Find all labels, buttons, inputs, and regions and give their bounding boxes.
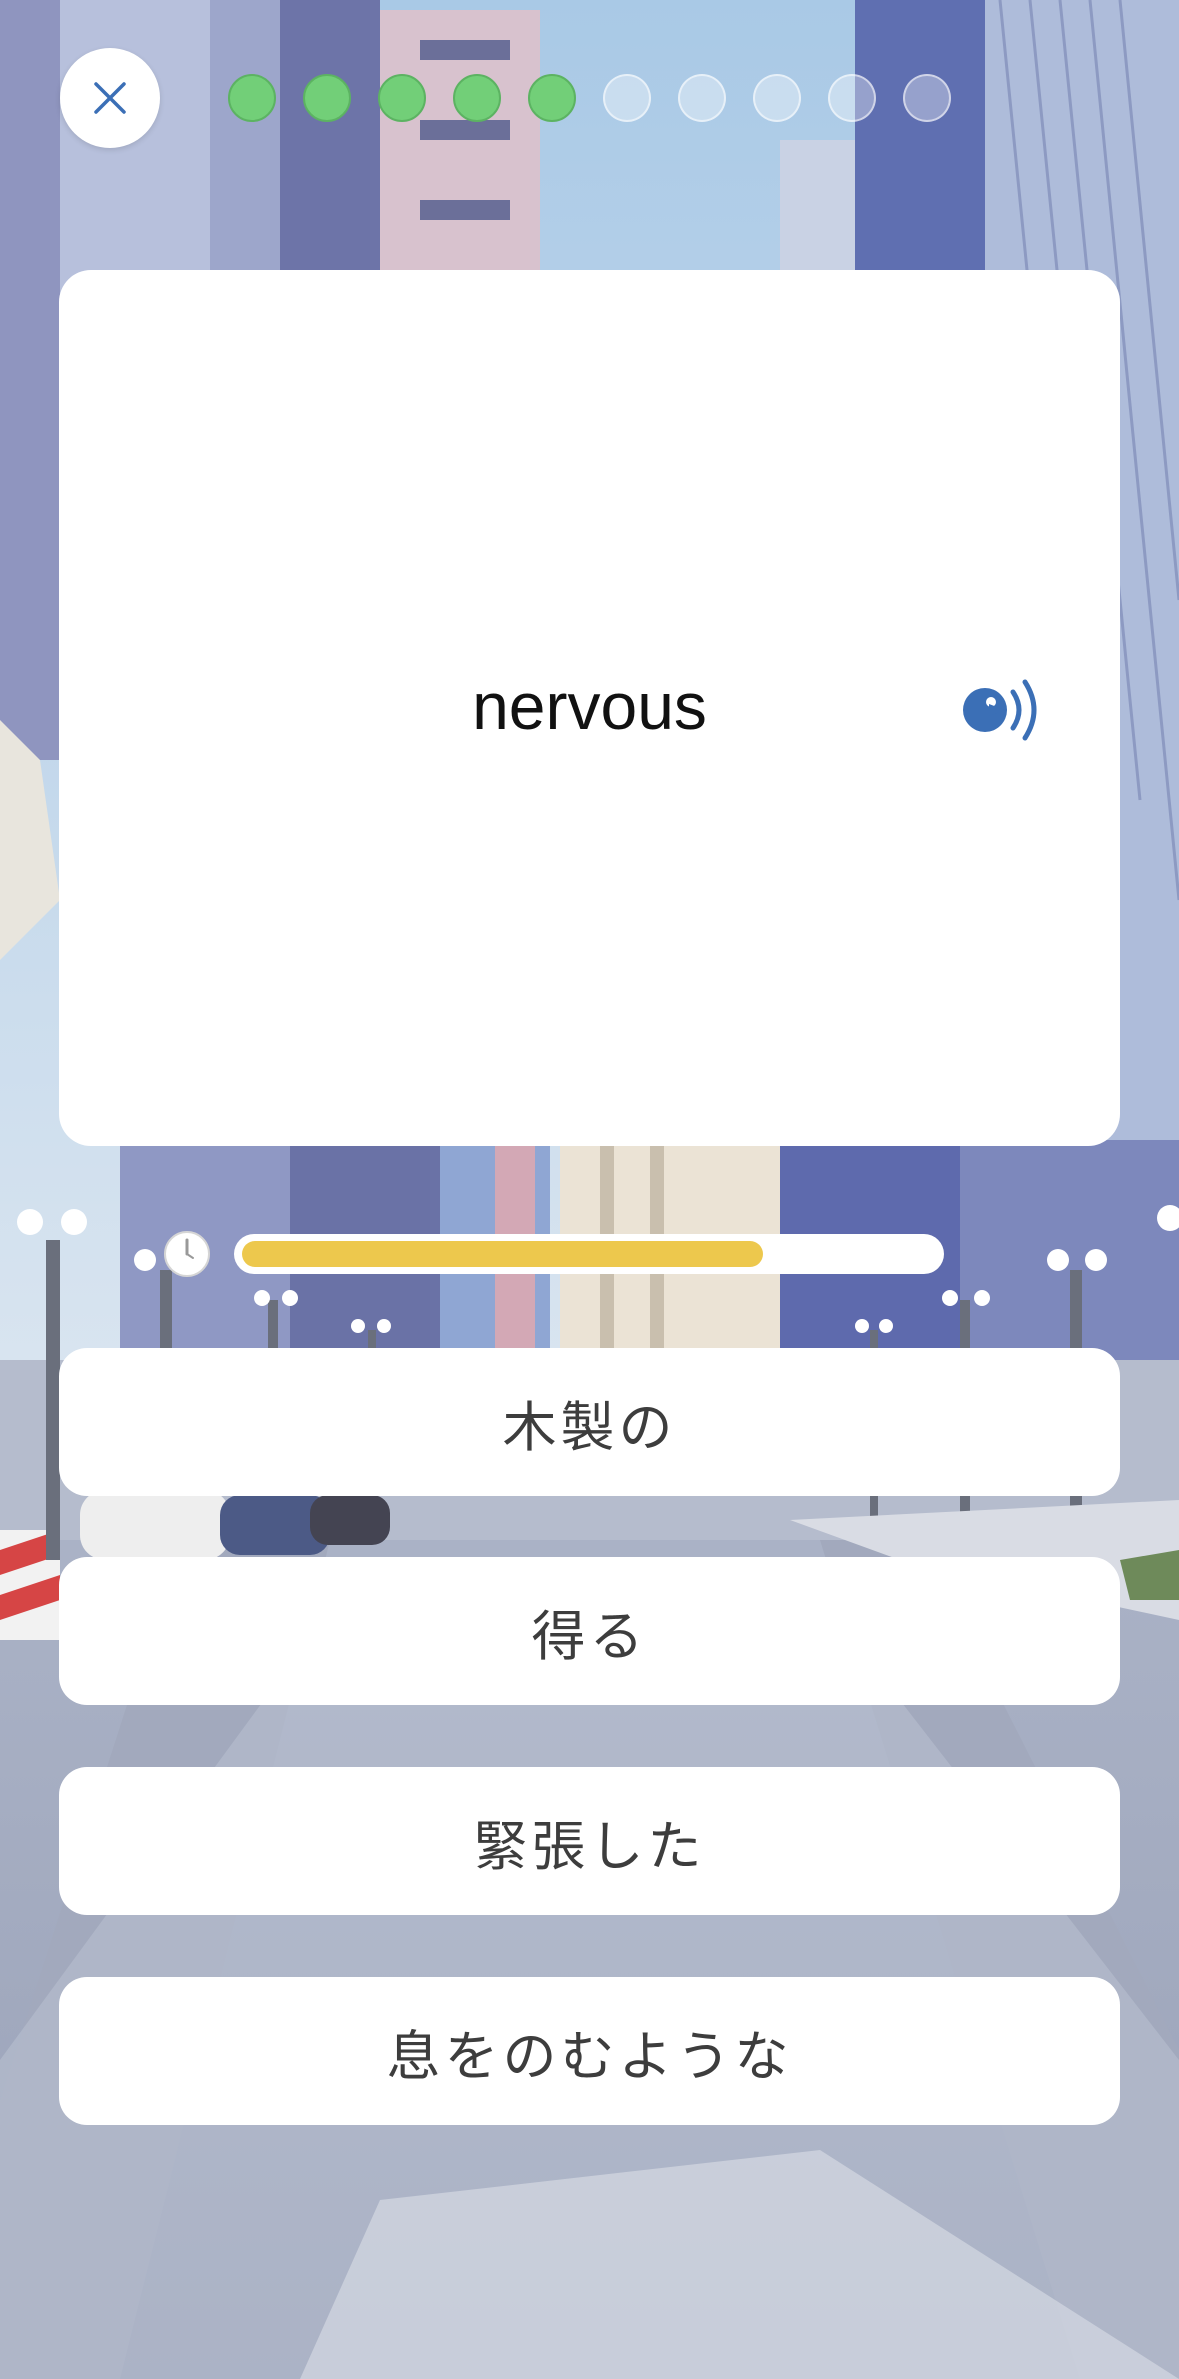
- progress-dot: [603, 74, 651, 122]
- word-card: nervous: [59, 270, 1120, 1146]
- close-button[interactable]: [60, 48, 160, 148]
- progress-dot: [378, 74, 426, 122]
- progress-dot: [303, 74, 351, 122]
- close-icon: [94, 82, 126, 114]
- answer-option-4[interactable]: 息をのむような: [59, 1977, 1120, 2125]
- timer-bar: [234, 1234, 944, 1274]
- progress-dot: [903, 74, 951, 122]
- progress-dot: [528, 74, 576, 122]
- progress-dot: [228, 74, 276, 122]
- progress-dot: [828, 74, 876, 122]
- question-progress: [228, 74, 958, 124]
- progress-dot: [453, 74, 501, 122]
- progress-dot: [753, 74, 801, 122]
- clock-icon: [164, 1231, 210, 1277]
- answer-option-1[interactable]: 木製の: [59, 1348, 1120, 1496]
- timer-fill: [242, 1241, 763, 1267]
- progress-dot: [678, 74, 726, 122]
- answer-option-2[interactable]: 得る: [59, 1557, 1120, 1705]
- answer-option-3[interactable]: 緊張した: [59, 1767, 1120, 1915]
- speaker-icon[interactable]: [961, 674, 1051, 746]
